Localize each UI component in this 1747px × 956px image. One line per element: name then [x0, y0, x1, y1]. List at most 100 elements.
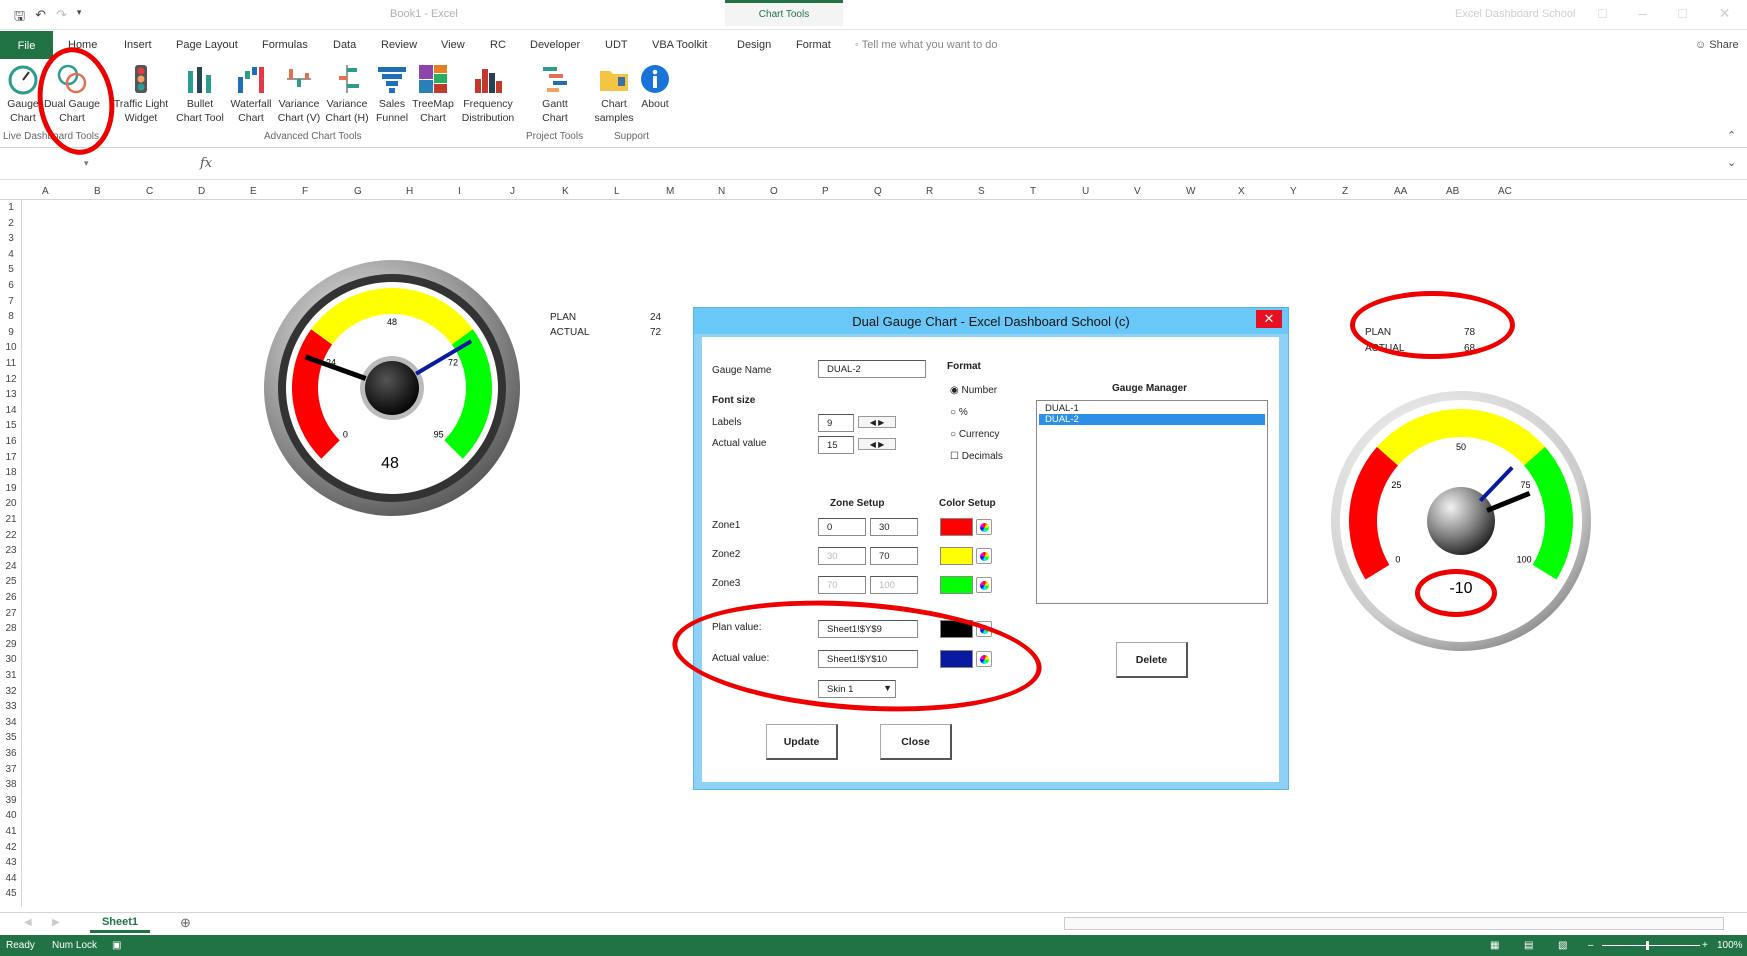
- row-header[interactable]: 10: [0, 342, 22, 353]
- decimals-checkbox[interactable]: ☐ Decimals: [950, 451, 1003, 462]
- row-header[interactable]: 43: [0, 857, 22, 868]
- column-header[interactable]: C: [146, 186, 153, 197]
- zone2-from-input[interactable]: 30: [818, 547, 866, 565]
- collapse-ribbon-icon[interactable]: ⌃: [1727, 129, 1736, 142]
- actual-color-picker[interactable]: [976, 651, 992, 667]
- row-header[interactable]: 6: [0, 280, 22, 291]
- column-header[interactable]: AB: [1446, 186, 1459, 197]
- row-header[interactable]: 35: [0, 732, 22, 743]
- variance-chart-h-button[interactable]: Variance Chart (H): [324, 63, 370, 125]
- row-header[interactable]: 11: [0, 358, 22, 369]
- column-header[interactable]: U: [1082, 186, 1089, 197]
- row-header[interactable]: 31: [0, 670, 22, 681]
- zone3-color-swatch[interactable]: [940, 576, 973, 594]
- list-item[interactable]: DUAL-1: [1039, 403, 1265, 414]
- row-header[interactable]: 40: [0, 810, 22, 821]
- list-item-selected[interactable]: DUAL-2: [1039, 414, 1265, 425]
- column-header[interactable]: AC: [1498, 186, 1512, 197]
- frequency-distribution-button[interactable]: Frequency Distribution: [458, 63, 518, 125]
- zone3-color-picker[interactable]: [976, 577, 992, 593]
- horizontal-scrollbar[interactable]: [1064, 917, 1724, 930]
- row-header[interactable]: 3: [0, 233, 22, 244]
- normal-view-icon[interactable]: ▦: [1490, 940, 1499, 951]
- dual-gauge-left[interactable]: 0 24 48 72 95 48: [262, 258, 522, 518]
- tab-design[interactable]: Design: [737, 39, 771, 51]
- row-header[interactable]: 9: [0, 327, 22, 338]
- macro-record-icon[interactable]: ▣: [112, 940, 121, 951]
- row-header[interactable]: 28: [0, 623, 22, 634]
- format-percent-radio[interactable]: ○ %: [950, 407, 968, 418]
- column-header[interactable]: O: [770, 186, 778, 197]
- row-header[interactable]: 22: [0, 530, 22, 541]
- row-header[interactable]: 33: [0, 701, 22, 712]
- zone1-from-input[interactable]: 0: [818, 518, 866, 536]
- tab-rc[interactable]: RC: [490, 39, 506, 51]
- cell-actual-label[interactable]: ACTUAL: [550, 327, 589, 338]
- tab-sheet1[interactable]: Sheet1: [90, 913, 150, 933]
- ribbon-options-icon[interactable]: □: [1598, 5, 1606, 22]
- tab-view[interactable]: View: [441, 39, 465, 51]
- row-header[interactable]: 27: [0, 608, 22, 619]
- row-header[interactable]: 4: [0, 249, 22, 260]
- plan-color-picker[interactable]: [976, 621, 992, 637]
- zoom-in-icon[interactable]: +: [1702, 940, 1708, 951]
- column-header[interactable]: V: [1134, 186, 1141, 197]
- column-header[interactable]: Q: [874, 186, 882, 197]
- column-header[interactable]: L: [614, 186, 620, 197]
- expand-formula-bar-icon[interactable]: ⌄: [1727, 156, 1736, 169]
- treemap-chart-button[interactable]: TreeMap Chart: [410, 63, 456, 125]
- zone3-from-input[interactable]: 70: [818, 576, 866, 594]
- column-header[interactable]: N: [718, 186, 725, 197]
- row-header[interactable]: 34: [0, 717, 22, 728]
- row-header[interactable]: 18: [0, 467, 22, 478]
- cell-plan-value[interactable]: 24: [650, 312, 661, 323]
- row-header[interactable]: 38: [0, 779, 22, 790]
- sales-funnel-button[interactable]: Sales Funnel: [372, 63, 412, 125]
- scroll-left-icon[interactable]: ◀: [24, 917, 32, 928]
- tab-file[interactable]: File: [0, 31, 53, 59]
- column-header[interactable]: X: [1238, 186, 1245, 197]
- zone1-color-picker[interactable]: [976, 519, 992, 535]
- tab-format[interactable]: Format: [796, 39, 831, 51]
- row-header[interactable]: 24: [0, 561, 22, 572]
- delete-button[interactable]: Delete: [1116, 642, 1188, 678]
- dual-gauge-right[interactable]: 0 25 50 75 100 -10: [1330, 390, 1592, 652]
- about-button[interactable]: About: [637, 63, 673, 111]
- column-header[interactable]: A: [42, 186, 49, 197]
- row-header[interactable]: 41: [0, 826, 22, 837]
- labels-size-stepper[interactable]: ◀ ▶: [858, 416, 896, 428]
- row-header[interactable]: 36: [0, 748, 22, 759]
- row-header[interactable]: 13: [0, 389, 22, 400]
- format-number-radio[interactable]: ◉ Number: [950, 385, 997, 396]
- zone1-to-input[interactable]: 30: [870, 518, 918, 536]
- row-header[interactable]: 12: [0, 374, 22, 385]
- zoom-out-icon[interactable]: –: [1588, 940, 1594, 951]
- tab-formulas[interactable]: Formulas: [262, 39, 308, 51]
- format-currency-radio[interactable]: ○ Currency: [950, 429, 999, 440]
- traffic-light-widget-button[interactable]: Traffic Light Widget: [110, 63, 172, 125]
- zoom-level[interactable]: 100%: [1717, 940, 1743, 951]
- share-button[interactable]: ☺ Share: [1695, 39, 1739, 51]
- labels-size-input[interactable]: 9: [818, 414, 854, 432]
- zone2-to-input[interactable]: 70: [870, 547, 918, 565]
- tab-page-layout[interactable]: Page Layout: [176, 39, 238, 51]
- row-header[interactable]: 5: [0, 264, 22, 275]
- row-header[interactable]: 25: [0, 576, 22, 587]
- tab-review[interactable]: Review: [381, 39, 417, 51]
- zoom-slider[interactable]: [1602, 945, 1700, 946]
- row-header[interactable]: 1: [0, 202, 22, 213]
- column-header[interactable]: W: [1186, 186, 1195, 197]
- chart-samples-button[interactable]: Chart samples: [591, 63, 637, 125]
- tab-home[interactable]: Home: [68, 39, 97, 51]
- row-header[interactable]: 39: [0, 795, 22, 806]
- waterfall-chart-button[interactable]: Waterfall Chart: [228, 63, 274, 125]
- bullet-chart-tool-button[interactable]: Bullet Chart Tool: [172, 63, 228, 125]
- actual-value-size-stepper[interactable]: ◀ ▶: [858, 438, 896, 450]
- row-header[interactable]: 20: [0, 498, 22, 509]
- column-header[interactable]: K: [562, 186, 569, 197]
- column-header[interactable]: Z: [1342, 186, 1348, 197]
- row-header[interactable]: 23: [0, 545, 22, 556]
- gauge-chart-button[interactable]: Gauge Chart: [3, 63, 43, 125]
- row-header[interactable]: 32: [0, 686, 22, 697]
- undo-icon[interactable]: ↶: [35, 7, 46, 29]
